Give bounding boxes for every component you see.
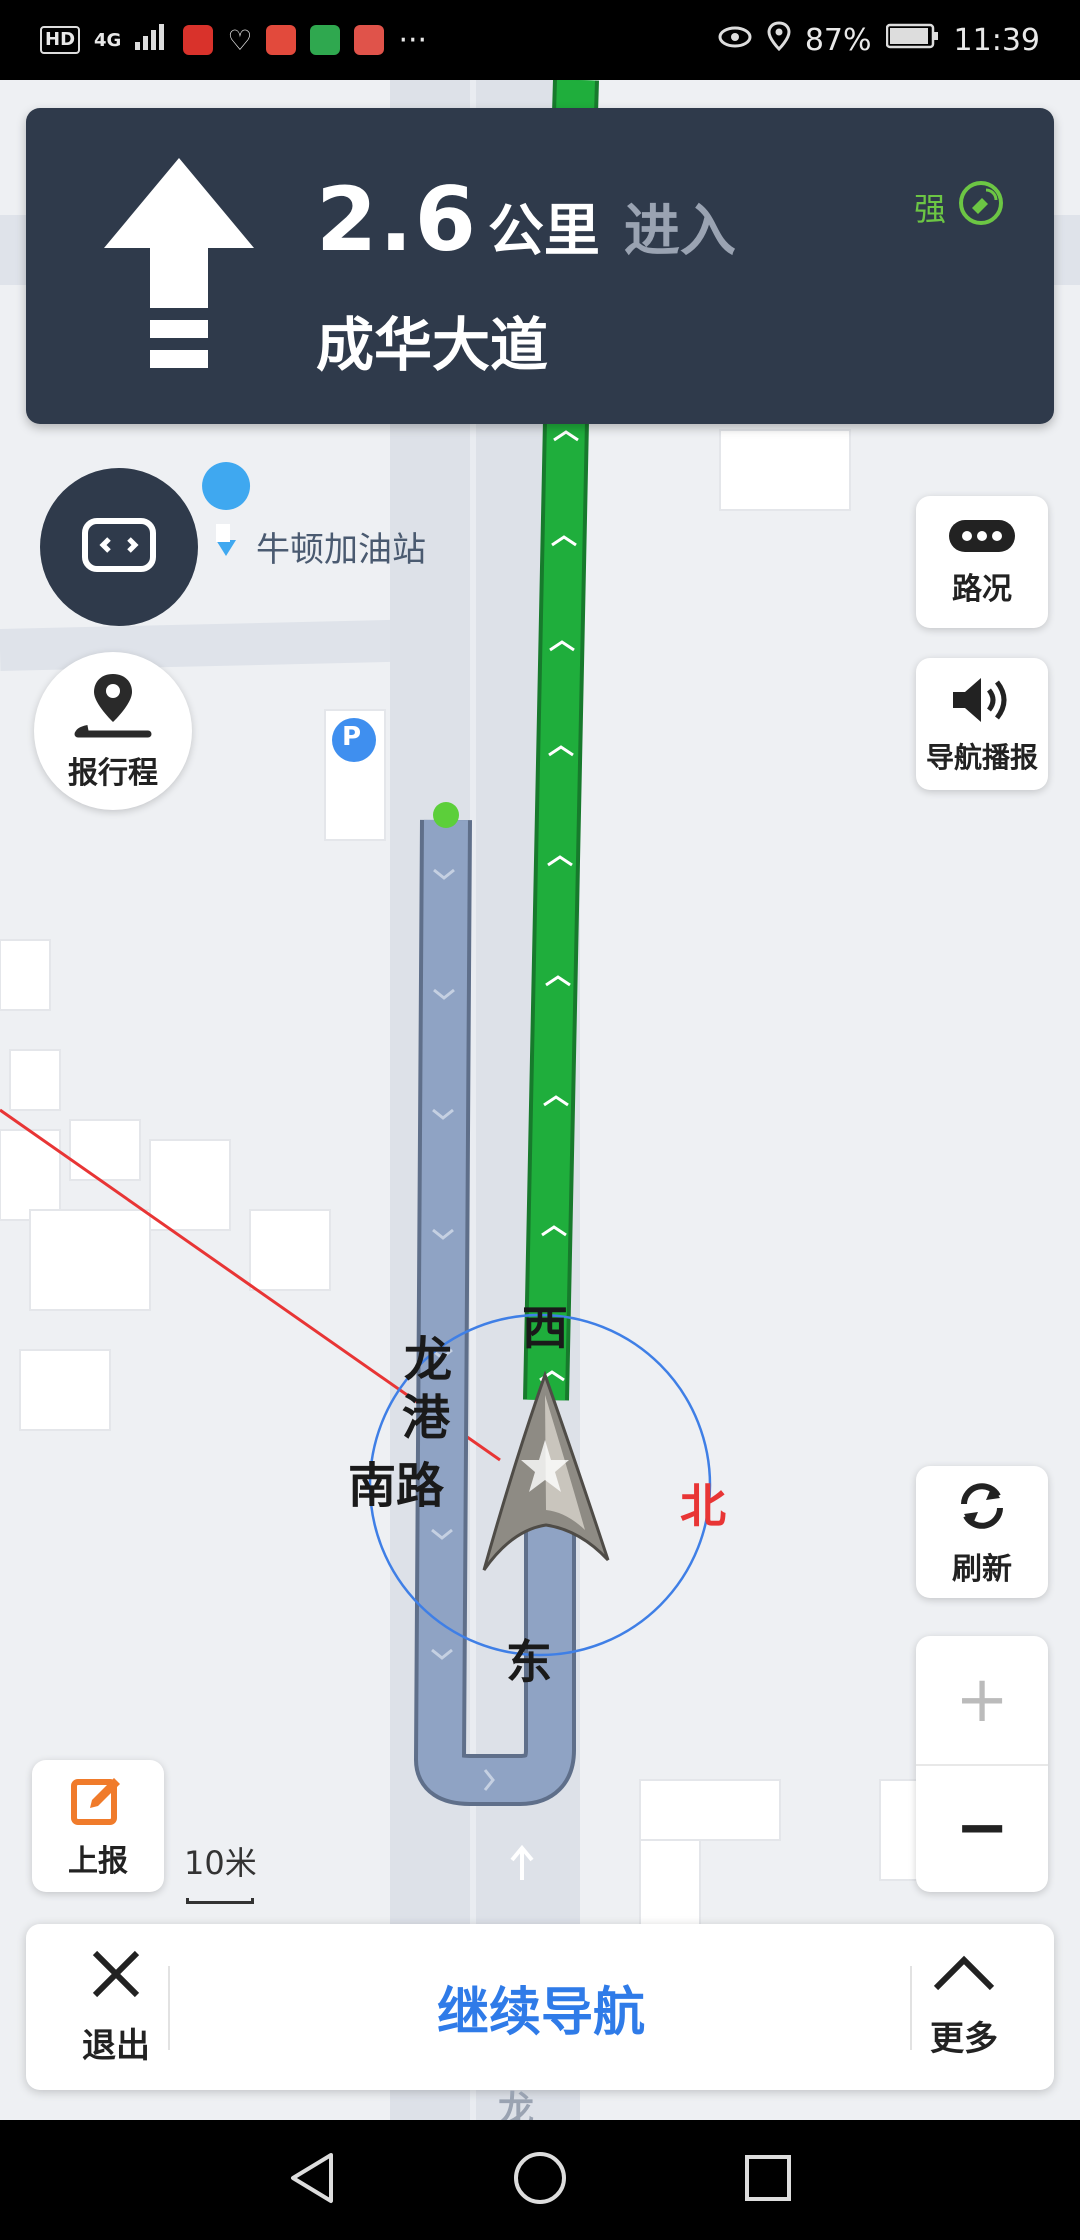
traffic-label: 路况 — [952, 572, 1012, 607]
pin-icon — [70, 670, 156, 746]
scale-bar — [186, 1898, 254, 1904]
parking-label[interactable]: P — [342, 722, 361, 752]
compass-west: 西 — [522, 1301, 568, 1355]
network-label: 4G — [94, 29, 122, 51]
traffic-button[interactable]: 路况 — [916, 496, 1048, 628]
satellite-icon — [958, 180, 1004, 234]
signal-icon — [135, 22, 169, 58]
exit-label: 退出 — [82, 2026, 150, 2066]
route-start-dot — [433, 802, 459, 828]
distance-line: 2.6 公里 进入 — [316, 168, 736, 271]
compass-north: 北 — [680, 1479, 726, 1533]
refresh-label: 刷新 — [952, 1552, 1012, 1587]
report-label: 上报 — [68, 1844, 128, 1879]
close-icon — [89, 1947, 143, 2010]
status-bar: HD 4G ♡ ··· 87% 11:39 — [0, 0, 1080, 80]
poi-gas-station-label[interactable]: 牛顿加油站 — [256, 522, 426, 571]
maneuver-action: 进入 — [623, 199, 736, 264]
recents-icon[interactable] — [743, 2153, 793, 2207]
voice-broadcast-button[interactable]: 导航播报 — [916, 658, 1048, 790]
status-right: 87% 11:39 — [717, 21, 1040, 59]
system-nav-bar — [0, 2120, 1080, 2240]
scale-label: 10米 — [184, 1844, 257, 1882]
compass-east: 东 — [506, 1635, 552, 1689]
report-trip-button[interactable]: 报行程 — [34, 652, 192, 810]
battery-percent: 87% — [804, 22, 872, 58]
hd-badge: HD — [40, 26, 81, 54]
traffic-icon — [947, 516, 1017, 564]
continue-navigation-button[interactable]: 继续导航 — [196, 1924, 886, 2090]
distance-unit: 公里 — [487, 199, 600, 264]
zoom-in-icon: + — [955, 1663, 1009, 1737]
edit-report-icon — [70, 1772, 126, 1836]
more-button[interactable]: 更多 — [894, 1924, 1034, 2090]
zoom-in-button[interactable]: + — [916, 1636, 1048, 1764]
clock: 11:39 — [953, 22, 1040, 58]
home-icon[interactable] — [512, 2150, 568, 2210]
zoom-out-icon: − — [955, 1791, 1009, 1865]
status-left: HD 4G ♡ ··· — [40, 22, 427, 58]
map-app-icon — [266, 25, 297, 55]
road-label-line2: 港 — [402, 1390, 451, 1446]
voice-broadcast-label: 导航播报 — [925, 741, 1038, 774]
back-icon[interactable] — [287, 2151, 337, 2209]
straight-arrow-icon — [104, 158, 254, 382]
voice-assistant-button[interactable] — [40, 468, 198, 626]
video-app-icon — [310, 25, 341, 55]
location-icon — [767, 21, 791, 59]
heart-icon: ♡ — [227, 23, 253, 57]
bottom-panel: 退出 继续导航 更多 — [26, 1924, 1054, 2090]
speaker-icon — [947, 672, 1017, 736]
zoom-out-button[interactable]: − — [916, 1764, 1048, 1892]
refresh-button[interactable]: 刷新 — [916, 1466, 1048, 1598]
nav-instruction-banner[interactable]: 2.6 公里 进入 成华大道 强 — [26, 108, 1054, 424]
eye-icon — [717, 23, 753, 58]
more-label: 更多 — [930, 2019, 998, 2059]
browser-app-icon — [354, 25, 385, 55]
mic-app-icon — [183, 25, 214, 55]
distance-value: 2.6 — [316, 168, 478, 271]
gps-strength-label: 强 — [913, 190, 946, 228]
more-notifications-icon: ··· — [398, 22, 428, 58]
road-label-line3: 南路 — [348, 1458, 445, 1514]
zoom-controls: + − — [916, 1636, 1048, 1892]
chevron-up-icon — [932, 1954, 996, 2003]
report-button[interactable]: 上报 — [32, 1760, 164, 1892]
report-trip-label: 报行程 — [68, 756, 158, 791]
divider-left — [168, 1966, 170, 2050]
exit-button[interactable]: 退出 — [46, 1924, 186, 2090]
refresh-icon — [952, 1476, 1012, 1544]
robot-face-icon — [81, 517, 157, 577]
gps-strength[interactable]: 强 — [914, 180, 1004, 234]
battery-icon — [885, 22, 940, 58]
next-road-name: 成华大道 — [316, 311, 549, 379]
